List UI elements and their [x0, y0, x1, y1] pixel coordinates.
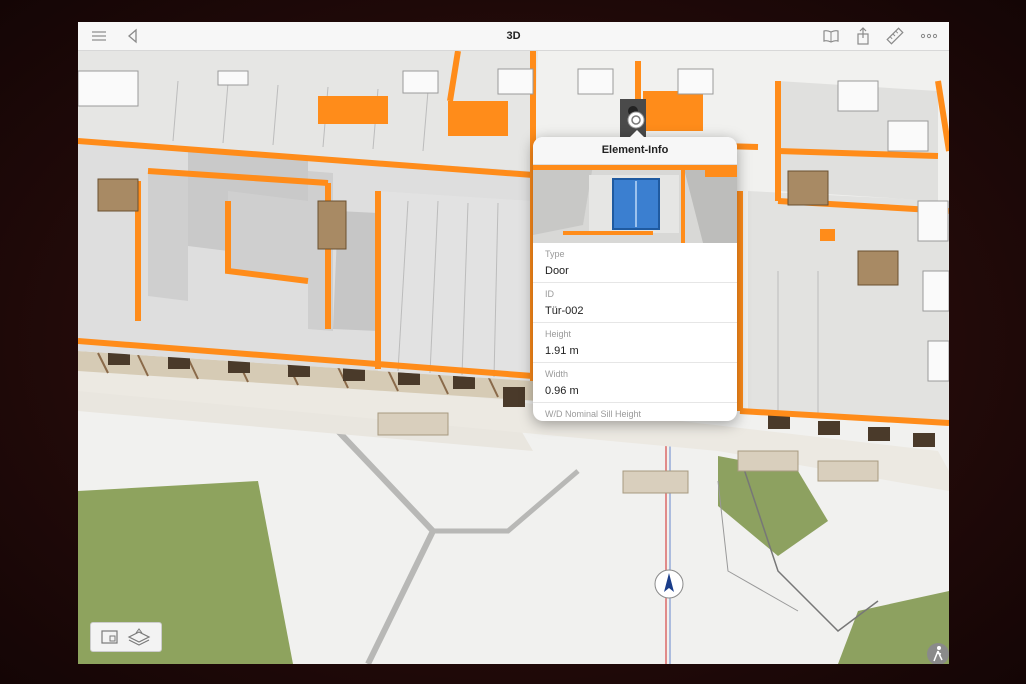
property-id[interactable]: ID Tür-002: [533, 283, 737, 323]
element-preview-image: [533, 165, 737, 243]
walk-icon: [933, 646, 943, 662]
selection-pin-icon[interactable]: [627, 111, 645, 129]
3d-model-viewport[interactable]: [78, 51, 949, 664]
property-value: Door: [545, 265, 569, 277]
property-label: Width: [545, 369, 569, 379]
property-label: Type: [545, 249, 565, 259]
layers-icon[interactable]: [127, 628, 151, 646]
top-toolbar: 3D: [78, 22, 949, 51]
walk-mode-button[interactable]: [927, 643, 949, 664]
property-height[interactable]: Height 1.91 m: [533, 323, 737, 363]
building-model-render: [78, 51, 949, 664]
property-value: 1.91 m: [545, 345, 579, 357]
share-icon[interactable]: [854, 27, 872, 45]
property-width[interactable]: Width 0.96 m: [533, 363, 737, 403]
popover-title: Element-Info: [533, 137, 737, 165]
more-icon[interactable]: [920, 27, 938, 45]
property-label: W/D Nominal Sill Height: [545, 409, 642, 419]
property-value: 0.96 m: [545, 385, 579, 397]
book-icon[interactable]: [822, 27, 840, 45]
ruler-icon[interactable]: [886, 27, 904, 45]
property-value: Tür-002: [545, 305, 584, 317]
property-sill-height[interactable]: W/D Nominal Sill Height: [533, 403, 737, 421]
page-title: 3D: [506, 30, 521, 42]
property-type[interactable]: Type Door: [533, 243, 737, 283]
property-label: ID: [545, 289, 554, 299]
element-info-popover: Element-Info Type Door ID Tür-002 Height…: [533, 137, 737, 421]
app-screen: 3D Element-Info Type Door ID Tür-002 Hei…: [78, 22, 949, 664]
property-label: Height: [545, 329, 572, 339]
floorplan-icon[interactable]: [101, 629, 119, 645]
view-tools: [90, 622, 162, 652]
popover-arrow: [629, 130, 645, 138]
compass-icon[interactable]: [653, 568, 685, 600]
